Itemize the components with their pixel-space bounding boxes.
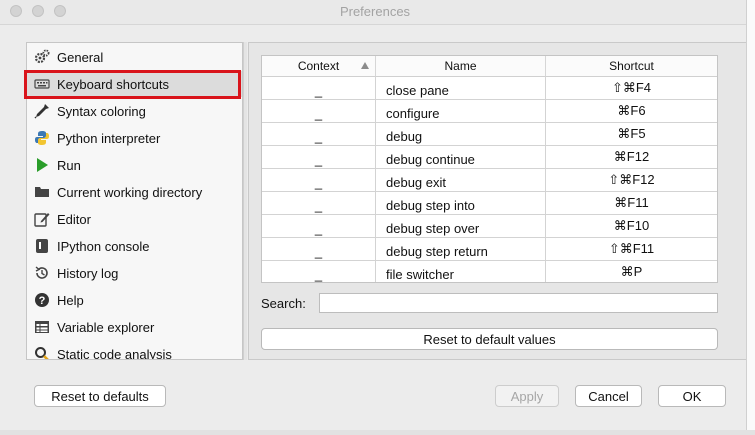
name-cell: debug exit xyxy=(376,169,546,192)
context-cell: _ xyxy=(262,238,376,261)
help-icon: ? xyxy=(34,292,50,308)
column-header-name[interactable]: Name xyxy=(376,56,546,77)
history-icon xyxy=(34,265,50,281)
name-cell: file switcher xyxy=(376,261,546,282)
sidebar-item-keyboard-shortcuts[interactable]: Keyboard shortcuts xyxy=(27,71,242,97)
sidebar-item-ipython-console[interactable]: IPython console xyxy=(27,233,242,259)
context-cell: _ xyxy=(262,123,376,146)
shortcut-cell: ⌘F6 xyxy=(617,102,646,118)
sidebar-item-label: Run xyxy=(57,157,81,173)
table-row[interactable]: _ close pane ⇧⌘F4 xyxy=(262,77,717,100)
name-cell: debug step over xyxy=(376,215,546,238)
name-cell: debug step into xyxy=(376,192,546,215)
sidebar-item-variable-explorer[interactable]: Variable explorer xyxy=(27,314,242,340)
folder-icon xyxy=(34,184,50,200)
magnifier-icon xyxy=(34,346,50,359)
background-app-right xyxy=(746,0,755,435)
name-cell: close pane xyxy=(376,77,546,100)
context-cell: _ xyxy=(262,100,376,123)
column-header-label: Shortcut xyxy=(609,59,654,73)
table-row[interactable]: _ debug ⌘F5 xyxy=(262,123,717,146)
sidebar-item-current-working-directory[interactable]: Current working directory xyxy=(27,179,242,205)
sort-ascending-icon xyxy=(361,62,369,69)
column-header-label: Name xyxy=(444,59,477,73)
context-cell: _ xyxy=(262,261,376,282)
table-row[interactable]: _ configure ⌘F6 xyxy=(262,100,717,123)
preferences-sidebar: General Keyboard shortcuts Syntax colori… xyxy=(26,42,243,360)
context-cell: _ xyxy=(262,146,376,169)
sidebar-item-static-code-analysis[interactable]: Static code analysis xyxy=(27,341,242,360)
ok-button[interactable]: OK xyxy=(658,385,726,407)
sidebar-item-label: Current working directory xyxy=(57,184,203,200)
sidebar-item-label: Keyboard shortcuts xyxy=(57,76,170,92)
keyboard-icon xyxy=(34,76,50,92)
search-label: Search: xyxy=(261,296,306,311)
background-app-bottom xyxy=(0,430,755,435)
table-icon xyxy=(34,319,50,335)
shortcut-cell: ⌘F10 xyxy=(613,217,650,233)
sidebar-item-history-log[interactable]: History log xyxy=(27,260,242,286)
shortcut-cell: ⇧⌘F4 xyxy=(611,79,652,95)
name-cell: debug step return xyxy=(376,238,546,261)
svg-text:?: ? xyxy=(39,295,46,307)
eyedropper-icon xyxy=(34,103,50,119)
sidebar-item-label: IPython console xyxy=(57,238,150,254)
search-input[interactable] xyxy=(319,293,718,313)
console-icon xyxy=(34,238,50,254)
sidebar-item-label: Variable explorer xyxy=(57,319,155,335)
column-header-label: Context xyxy=(297,59,340,73)
title-bar: Preferences xyxy=(0,0,750,25)
column-header-shortcut[interactable]: Shortcut xyxy=(546,56,717,77)
reset-to-default-values-button[interactable]: Reset to default values xyxy=(261,328,718,350)
python-icon xyxy=(34,130,50,146)
sidebar-item-label: Syntax coloring xyxy=(57,103,146,119)
column-header-context[interactable]: Context xyxy=(262,56,376,77)
sidebar-item-help[interactable]: ? Help xyxy=(27,287,242,313)
table-row[interactable]: _ debug step into ⌘F11 xyxy=(262,192,717,215)
table-row[interactable]: _ file switcher ⌘P xyxy=(262,261,717,282)
shortcut-cell: ⌘P xyxy=(620,263,643,279)
shortcut-cell: ⌘F11 xyxy=(614,194,649,210)
window-title: Preferences xyxy=(339,4,411,19)
table-row[interactable]: _ debug step over ⌘F10 xyxy=(262,215,717,238)
context-cell: _ xyxy=(262,192,376,215)
sidebar-item-label: General xyxy=(57,49,104,65)
table-row[interactable]: _ debug step return ⇧⌘F11 xyxy=(262,238,717,261)
sidebar-item-label: Help xyxy=(57,292,84,308)
sidebar-item-label: Static code analysis xyxy=(57,346,172,360)
name-cell: debug xyxy=(376,123,546,146)
sidebar-item-label: Python interpreter xyxy=(57,130,161,146)
cancel-button[interactable]: Cancel xyxy=(575,385,642,407)
name-cell: debug continue xyxy=(376,146,546,169)
sidebar-item-editor[interactable]: Editor xyxy=(27,206,242,232)
edit-icon xyxy=(34,211,50,227)
shortcuts-table: Context Name Shortcut _ close pane ⇧⌘F4 … xyxy=(261,55,718,283)
apply-button[interactable]: Apply xyxy=(495,385,559,407)
context-cell: _ xyxy=(262,77,376,100)
preferences-window: Preferences General Keyboard shortcuts S… xyxy=(0,0,751,431)
shortcut-cell: ⌘F12 xyxy=(613,148,650,164)
sidebar-item-run[interactable]: Run xyxy=(27,152,242,178)
shortcut-cell: ⌘F5 xyxy=(617,125,646,141)
sidebar-item-general[interactable]: General xyxy=(27,44,242,70)
sidebar-item-label: History log xyxy=(57,265,119,281)
shortcut-cell: ⇧⌘F12 xyxy=(608,171,655,187)
context-cell: _ xyxy=(262,169,376,192)
reset-to-defaults-button[interactable]: Reset to defaults xyxy=(34,385,166,407)
table-row[interactable]: _ debug exit ⇧⌘F12 xyxy=(262,169,717,192)
shortcut-cell: ⇧⌘F11 xyxy=(608,240,655,256)
sidebar-item-python-interpreter[interactable]: Python interpreter xyxy=(27,125,242,151)
play-icon xyxy=(34,157,50,173)
name-cell: configure xyxy=(376,100,546,123)
gears-icon xyxy=(34,49,50,65)
context-cell: _ xyxy=(262,215,376,238)
table-row[interactable]: _ debug continue ⌘F12 xyxy=(262,146,717,169)
panel-splitter[interactable] xyxy=(243,42,247,360)
sidebar-item-label: Editor xyxy=(57,211,91,227)
sidebar-item-syntax-coloring[interactable]: Syntax coloring xyxy=(27,98,242,124)
